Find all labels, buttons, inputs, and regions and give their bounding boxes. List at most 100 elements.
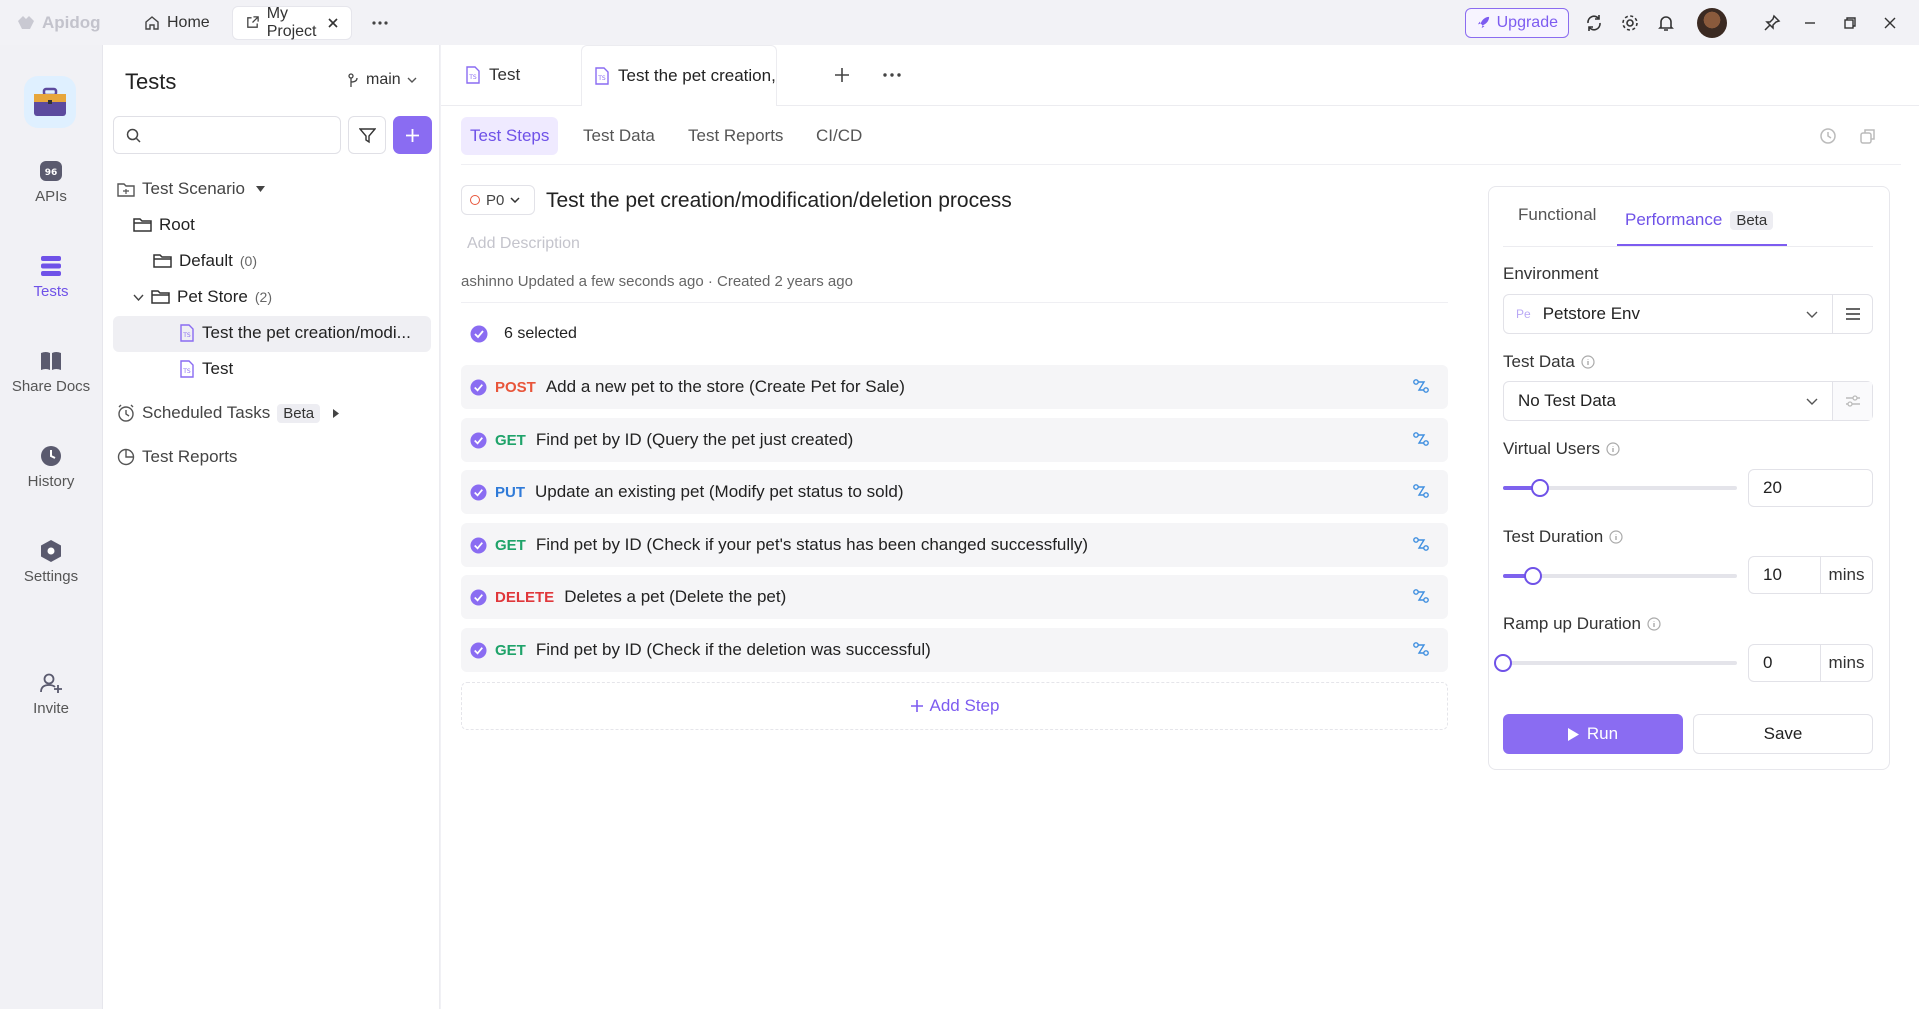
pin-icon[interactable]: [1763, 14, 1781, 32]
avatar[interactable]: [1697, 7, 1727, 38]
tab-performance[interactable]: Performance Beta: [1617, 196, 1787, 246]
rail-item-history[interactable]: History: [0, 445, 102, 490]
tab-home[interactable]: Home: [132, 6, 222, 40]
tree-item-pet-creation-test[interactable]: TS Test the pet creation/modi...: [179, 323, 411, 343]
tree-item-test-scenario[interactable]: Test Scenario: [117, 179, 265, 199]
add-step-button[interactable]: Add Step: [461, 682, 1448, 730]
step-row[interactable]: PUT Update an existing pet (Modify pet s…: [461, 470, 1448, 514]
tab-test-data[interactable]: Test Data: [574, 117, 664, 155]
test-duration-slider[interactable]: [1503, 567, 1737, 585]
search-field[interactable]: [149, 126, 329, 144]
test-data-select[interactable]: No Test Data: [1503, 381, 1873, 421]
tree-item-test-reports[interactable]: Test Reports: [117, 447, 237, 467]
description-input[interactable]: Add Description: [467, 235, 580, 253]
step-row[interactable]: GET Find pet by ID (Check if your pet's …: [461, 523, 1448, 567]
rail-item-settings[interactable]: Settings: [0, 540, 102, 585]
slider-handle[interactable]: [1494, 654, 1512, 672]
test-data-settings-button[interactable]: [1832, 382, 1872, 420]
virtual-users-input[interactable]: 20: [1748, 469, 1873, 507]
test-duration-input[interactable]: 10 mins: [1748, 556, 1873, 594]
add-button[interactable]: [393, 116, 432, 154]
minimize-icon[interactable]: [1803, 16, 1817, 30]
api-link-icon[interactable]: [1412, 377, 1430, 395]
tree-item-default[interactable]: Default (0): [153, 251, 257, 271]
caret-down-icon[interactable]: [256, 186, 265, 192]
checkbox-checked-icon[interactable]: [470, 483, 487, 501]
checkbox-checked-icon[interactable]: [470, 325, 488, 343]
priority-select[interactable]: P0: [461, 185, 535, 215]
checkbox-checked-icon[interactable]: [470, 378, 487, 396]
tree-item-root[interactable]: Root: [133, 215, 195, 235]
restore-icon[interactable]: [1843, 16, 1857, 30]
step-row[interactable]: GET Find pet by ID (Check if the deletio…: [461, 628, 1448, 672]
api-link-icon[interactable]: [1412, 482, 1430, 500]
api-link-icon[interactable]: [1412, 640, 1430, 658]
new-tab-icon[interactable]: [834, 67, 850, 83]
tab-ci-cd[interactable]: CI/CD: [807, 117, 871, 155]
file-tab-pet-creation[interactable]: TS Test the pet creation,: [581, 45, 777, 106]
tree-item-label: Test Scenario: [142, 179, 245, 198]
upgrade-button[interactable]: Upgrade: [1464, 7, 1569, 38]
step-row[interactable]: POST Add a new pet to the store (Create …: [461, 365, 1448, 409]
info-icon[interactable]: [1581, 355, 1595, 369]
ramp-up-input[interactable]: 0 mins: [1748, 644, 1873, 682]
tree-item-test[interactable]: TS Test: [179, 359, 233, 379]
filter-button[interactable]: [348, 116, 386, 154]
window-close-icon[interactable]: [1883, 16, 1897, 30]
pie-chart-icon: [117, 448, 135, 466]
folder-icon: [151, 289, 170, 305]
virtual-users-slider[interactable]: [1503, 479, 1737, 497]
tab-my-project[interactable]: My Project: [231, 5, 352, 40]
tree-item-scheduled-tasks[interactable]: Scheduled Tasks Beta: [117, 403, 340, 423]
rail-item-share-docs[interactable]: Share Docs: [0, 350, 102, 395]
run-button[interactable]: Run: [1503, 714, 1683, 754]
tab-test-reports[interactable]: Test Reports: [679, 117, 792, 155]
more-tabs-icon[interactable]: [372, 20, 388, 25]
rail-item-apis[interactable]: 96 APIs: [0, 160, 102, 205]
gear-icon[interactable]: [1621, 14, 1639, 32]
search-input[interactable]: [113, 116, 341, 154]
step-label: Deletes a pet (Delete the pet): [564, 587, 787, 606]
test-case-icon: TS: [465, 66, 481, 84]
run-label: Run: [1586, 724, 1619, 743]
select-all-row[interactable]: 6 selected: [470, 325, 577, 343]
checkbox-checked-icon[interactable]: [470, 641, 487, 659]
info-icon[interactable]: [1647, 617, 1661, 631]
api-link-icon[interactable]: [1412, 430, 1430, 448]
test-title[interactable]: Test the pet creation/modification/delet…: [546, 189, 1012, 213]
step-row[interactable]: GET Find pet by ID (Query the pet just c…: [461, 418, 1448, 462]
rail-item-label: Tests: [33, 283, 69, 300]
ramp-up-slider[interactable]: [1494, 654, 1737, 672]
chevron-down-icon[interactable]: [133, 294, 144, 301]
rail-item-tests[interactable]: Tests: [0, 255, 102, 300]
checkbox-checked-icon[interactable]: [470, 588, 487, 606]
info-icon[interactable]: [1609, 530, 1623, 544]
project-avatar[interactable]: [24, 76, 76, 128]
play-icon: [1567, 727, 1579, 741]
tab-functional[interactable]: Functional: [1518, 205, 1596, 225]
caret-right-icon[interactable]: [333, 408, 340, 418]
info-icon[interactable]: [1606, 442, 1620, 456]
step-row[interactable]: DELETE Deletes a pet (Delete the pet): [461, 575, 1448, 619]
method-badge: POST: [495, 378, 536, 396]
history-icon[interactable]: [1819, 127, 1837, 145]
environment-select[interactable]: Pe Petstore Env: [1503, 294, 1873, 334]
checkbox-checked-icon[interactable]: [470, 536, 487, 554]
file-tab-test[interactable]: TS Test: [465, 45, 520, 105]
checkbox-checked-icon[interactable]: [470, 431, 487, 449]
env-manage-button[interactable]: [1832, 295, 1872, 333]
rail-item-invite[interactable]: Invite: [0, 672, 102, 717]
api-link-icon[interactable]: [1412, 587, 1430, 605]
rail-item-label: APIs: [35, 188, 67, 205]
api-link-icon[interactable]: [1412, 535, 1430, 553]
titlebar-actions: Upgrade: [1464, 0, 1919, 45]
copy-icon[interactable]: [1859, 127, 1877, 145]
branch-selector[interactable]: main: [348, 71, 417, 89]
tree-item-pet-store[interactable]: Pet Store (2): [133, 287, 272, 307]
close-icon[interactable]: [327, 17, 339, 29]
bell-icon[interactable]: [1657, 14, 1675, 32]
more-icon[interactable]: [883, 73, 901, 77]
tab-test-steps[interactable]: Test Steps: [461, 117, 559, 155]
save-button[interactable]: Save: [1693, 714, 1873, 754]
sync-icon[interactable]: [1585, 14, 1603, 32]
